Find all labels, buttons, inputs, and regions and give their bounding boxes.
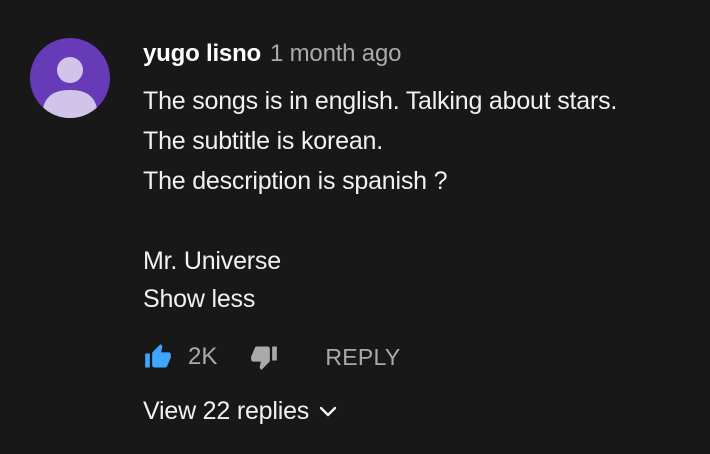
comment-content: yugo lisno 1 month ago The songs is in e… <box>143 40 702 426</box>
reply-button[interactable]: REPLY <box>325 344 400 371</box>
comment-actions: 2K REPLY <box>143 339 702 375</box>
thumbs-up-icon <box>145 344 171 368</box>
comment-time[interactable]: 1 month ago <box>270 40 401 68</box>
comment-author[interactable]: yugo lisno <box>143 40 261 68</box>
show-less-button[interactable]: Show less <box>143 281 702 317</box>
comment-line: The description is spanish ? <box>143 167 448 195</box>
view-replies-button[interactable]: View 22 replies <box>143 397 702 426</box>
comment-header: yugo lisno 1 month ago <box>143 40 702 76</box>
dislike-button[interactable] <box>249 343 279 371</box>
comment-line: The songs is in english. Talking about s… <box>143 87 618 115</box>
like-count: 2K <box>188 343 218 370</box>
view-replies-label: View 22 replies <box>143 397 310 425</box>
default-person-avatar-icon <box>42 57 98 118</box>
comment-line-blank <box>143 201 702 241</box>
avatar[interactable] <box>30 38 110 118</box>
comment-line: Mr. Universe <box>143 247 281 275</box>
chevron-down-icon <box>319 406 337 418</box>
like-button[interactable]: 2K <box>143 343 217 371</box>
thumbs-down-icon <box>251 346 278 370</box>
comment-line: The subtitle is korean. <box>143 127 383 155</box>
comment-text: The songs is in english. Talking about s… <box>143 81 702 281</box>
